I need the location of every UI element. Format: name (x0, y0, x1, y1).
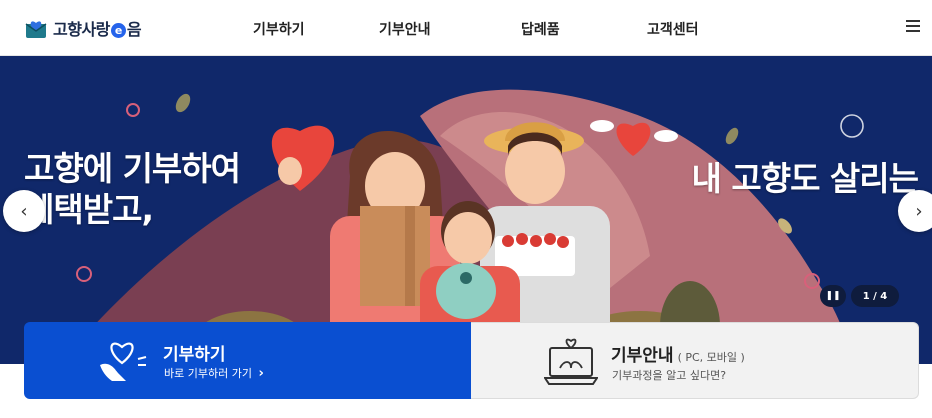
laptop-heart-icon (544, 338, 598, 385)
chevron-right-icon: › (258, 366, 264, 381)
nav-gifts[interactable]: 답례품 (521, 19, 560, 39)
donate-card[interactable]: 기부하기 바로 기부하러 가기 › (24, 322, 471, 399)
pause-button[interactable]: ❚❚ (820, 285, 846, 307)
hamburger-menu-icon[interactable] (906, 20, 920, 34)
guide-card-title: 기부안내( PC, 모바일 ) (611, 346, 745, 366)
logo-e-badge: e (110, 23, 126, 38)
donate-card-title: 기부하기 (163, 345, 226, 365)
chevron-left-icon: ‹ (20, 200, 28, 222)
page: 고향사랑 e 음 기부하기 기부안내 답례품 고객센터 고향에 기부하여 혜택받… (0, 0, 932, 418)
chevron-right-icon: › (915, 200, 923, 222)
hero-banner: 고향에 기부하여 혜택받고, 내 고향도 살리는 ‹ › ❚❚ 1 / 4 (0, 56, 932, 364)
header: 고향사랑 e 음 기부하기 기부안내 답례품 고객센터 (0, 0, 932, 56)
guide-card-note: ( PC, 모바일 ) (677, 351, 745, 364)
banner-headline-left: 고향에 기부하여 혜택받고, (24, 149, 241, 229)
next-slide-button[interactable]: › (898, 190, 932, 232)
logo[interactable]: 고향사랑 e 음 (24, 16, 142, 40)
guide-card[interactable]: 기부안내( PC, 모바일 ) 기부과정을 알고 싶다면? (471, 322, 919, 399)
logo-text: 고향사랑 e 음 (53, 20, 142, 39)
nav-donate[interactable]: 기부하기 (253, 19, 305, 39)
nav-customer-center[interactable]: 고객센터 (647, 19, 699, 39)
prev-slide-button[interactable]: ‹ (3, 190, 45, 232)
nav-guide[interactable]: 기부안내 (379, 19, 431, 39)
heart-hands-icon (100, 342, 147, 381)
donate-card-subtitle: 바로 기부하러 가기 › (164, 366, 264, 381)
logo-heart-icon (25, 21, 47, 38)
pause-icon: ❚❚ (825, 291, 841, 301)
banner-headline-right: 내 고향도 살리는 (691, 159, 919, 198)
guide-card-subtitle: 기부과정을 알고 싶다면? (612, 369, 727, 382)
slide-counter: 1 / 4 (851, 285, 899, 307)
